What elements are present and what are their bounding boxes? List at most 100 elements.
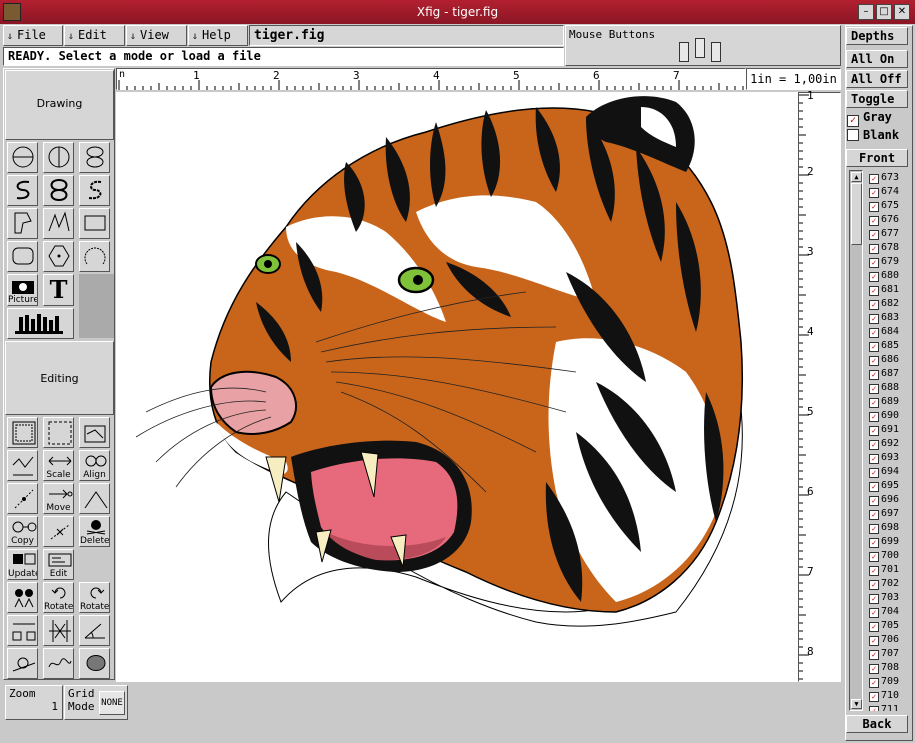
checkbox-icon[interactable]: ✓ xyxy=(869,622,879,632)
scroll-down-icon[interactable]: ▼ xyxy=(851,699,862,709)
checkbox-icon[interactable]: ✓ xyxy=(869,608,879,618)
checkbox-icon[interactable]: ✓ xyxy=(869,370,879,380)
checkbox-icon[interactable]: ✓ xyxy=(869,398,879,408)
checkbox-icon[interactable]: ✓ xyxy=(869,384,879,394)
move-button[interactable]: Move xyxy=(43,483,74,514)
edit-menu-button[interactable]: ⇓ Edit xyxy=(64,25,125,46)
all-off-button[interactable]: All Off xyxy=(846,70,908,88)
maximize-button[interactable]: □ xyxy=(876,4,892,20)
arc-button[interactable] xyxy=(79,241,110,272)
drawing-canvas[interactable] xyxy=(116,92,798,682)
checkbox-icon[interactable]: ✓ xyxy=(869,258,879,268)
checkbox-icon[interactable]: ✓ xyxy=(869,566,879,576)
checkbox-icon[interactable]: ✓ xyxy=(869,482,879,492)
depth-item[interactable]: ✓ 696 xyxy=(869,493,909,507)
depth-item[interactable]: ✓ 681 xyxy=(869,283,909,297)
depth-item[interactable]: ✓ 675 xyxy=(869,199,909,213)
depth-item[interactable]: ✓ 700 xyxy=(869,549,909,563)
add-point-button[interactable] xyxy=(7,483,38,514)
delete-button[interactable]: Delete xyxy=(79,516,110,547)
depth-item[interactable]: ✓ 694 xyxy=(869,465,909,479)
depth-item[interactable]: ✓ 674 xyxy=(869,185,909,199)
side-ruler[interactable]: 1 2 3 4 5 6 7 8 xyxy=(798,89,841,682)
checkbox-icon[interactable]: ✓ xyxy=(869,272,879,282)
checkbox-icon[interactable]: ✓ xyxy=(869,636,879,646)
depth-item[interactable]: ✓ 689 xyxy=(869,395,909,409)
checkbox-icon[interactable]: ✓ xyxy=(869,216,879,226)
spline-button[interactable] xyxy=(43,175,74,206)
checkbox-icon[interactable]: ✓ xyxy=(869,342,879,352)
checkbox-icon[interactable]: ✓ xyxy=(869,510,879,520)
depth-item[interactable]: ✓ 687 xyxy=(869,367,909,381)
convert-button[interactable] xyxy=(7,615,38,646)
depth-item[interactable]: ✓ 676 xyxy=(869,213,909,227)
closed-spline-button[interactable] xyxy=(7,175,38,206)
checkbox-icon[interactable]: ✓ xyxy=(869,706,879,711)
depth-item[interactable]: ✓ 695 xyxy=(869,479,909,493)
polygon-button[interactable] xyxy=(7,208,38,239)
checkbox-icon[interactable]: ✓ xyxy=(869,650,879,660)
update-button[interactable]: Update xyxy=(7,549,38,580)
join-split-button[interactable] xyxy=(43,615,74,646)
view-menu-button[interactable]: ⇓ View xyxy=(126,25,187,46)
checkbox-icon[interactable]: ✓ xyxy=(869,664,879,674)
all-on-button[interactable]: All On xyxy=(846,50,908,68)
depth-item[interactable]: ✓ 704 xyxy=(869,605,909,619)
ellipse-button[interactable] xyxy=(79,142,110,173)
checkbox-icon[interactable]: ✓ xyxy=(869,286,879,296)
checkbox-icon[interactable]: ✓ xyxy=(869,496,879,506)
depth-item[interactable]: ✓ 697 xyxy=(869,507,909,521)
help-menu-button[interactable]: ⇓ Help xyxy=(188,25,248,46)
break-compound-button[interactable] xyxy=(43,417,74,448)
close-button[interactable]: ✕ xyxy=(894,4,910,20)
checkbox-icon[interactable]: ✓ xyxy=(869,174,879,184)
checkbox-icon[interactable]: ✓ xyxy=(869,440,879,450)
depth-item[interactable]: ✓ 678 xyxy=(869,241,909,255)
checkbox-icon[interactable]: ✓ xyxy=(869,202,879,212)
title-bar[interactable]: Xfig - tiger.fig – □ ✕ xyxy=(0,0,915,24)
copy-button[interactable]: Copy xyxy=(7,516,38,547)
depth-item[interactable]: ✓ 693 xyxy=(869,451,909,465)
scale-button[interactable]: Scale xyxy=(43,450,74,481)
checkbox-icon[interactable]: ✓ xyxy=(869,314,879,324)
depth-item[interactable]: ✓ 705 xyxy=(869,619,909,633)
tangent-button[interactable] xyxy=(7,648,38,679)
move-point-button[interactable] xyxy=(79,483,110,514)
depth-item[interactable]: ✓ 711 xyxy=(869,703,909,711)
depth-item[interactable]: ✓ 690 xyxy=(869,409,909,423)
rotate-cw-button[interactable]: Rotate xyxy=(79,582,110,613)
zoom-control[interactable]: Zoom 1 xyxy=(5,685,63,720)
checkbox-icon[interactable]: ✓ xyxy=(869,412,879,422)
checkbox-icon[interactable]: ✓ xyxy=(869,538,879,548)
checkbox-icon[interactable]: ✓ xyxy=(869,244,879,254)
area-fill-button[interactable] xyxy=(79,648,110,679)
checkbox-icon[interactable]: ✓ xyxy=(869,356,879,366)
depth-item[interactable]: ✓ 682 xyxy=(869,297,909,311)
arc-box-button[interactable] xyxy=(7,241,38,272)
depth-item[interactable]: ✓ 686 xyxy=(869,353,909,367)
depth-item[interactable]: ✓ 691 xyxy=(869,423,909,437)
depth-item[interactable]: ✓ 699 xyxy=(869,535,909,549)
depth-scrollbar[interactable]: ▲ ▼ xyxy=(849,170,863,711)
depth-item[interactable]: ✓ 685 xyxy=(869,339,909,353)
depth-item[interactable]: ✓ 683 xyxy=(869,311,909,325)
checkbox-icon[interactable]: ✓ xyxy=(869,524,879,534)
checkbox-icon[interactable]: ✓ xyxy=(869,552,879,562)
open-compound-button[interactable] xyxy=(79,417,110,448)
grid-value-button[interactable]: NONE xyxy=(99,691,125,715)
depth-item[interactable]: ✓ 706 xyxy=(869,633,909,647)
checkbox-icon[interactable]: ✓ xyxy=(869,300,879,310)
checkbox-icon[interactable]: ✓ xyxy=(847,115,859,127)
depth-item[interactable]: ✓ 692 xyxy=(869,437,909,451)
file-menu-button[interactable]: ⇓ File xyxy=(3,25,63,46)
top-ruler[interactable]: n 1 2 3 4 5 6 7 xyxy=(116,68,746,90)
checkbox-icon[interactable]: ✓ xyxy=(869,468,879,478)
depth-item[interactable]: ✓ 684 xyxy=(869,325,909,339)
mirror-button[interactable] xyxy=(7,582,38,613)
circle-radius-button[interactable] xyxy=(7,142,38,173)
interp-spline-button[interactable] xyxy=(79,175,110,206)
depth-item[interactable]: ✓ 702 xyxy=(869,577,909,591)
flip-button[interactable] xyxy=(7,450,38,481)
checkbox-icon[interactable]: ✓ xyxy=(869,454,879,464)
picture-button[interactable]: Picture xyxy=(7,274,38,306)
